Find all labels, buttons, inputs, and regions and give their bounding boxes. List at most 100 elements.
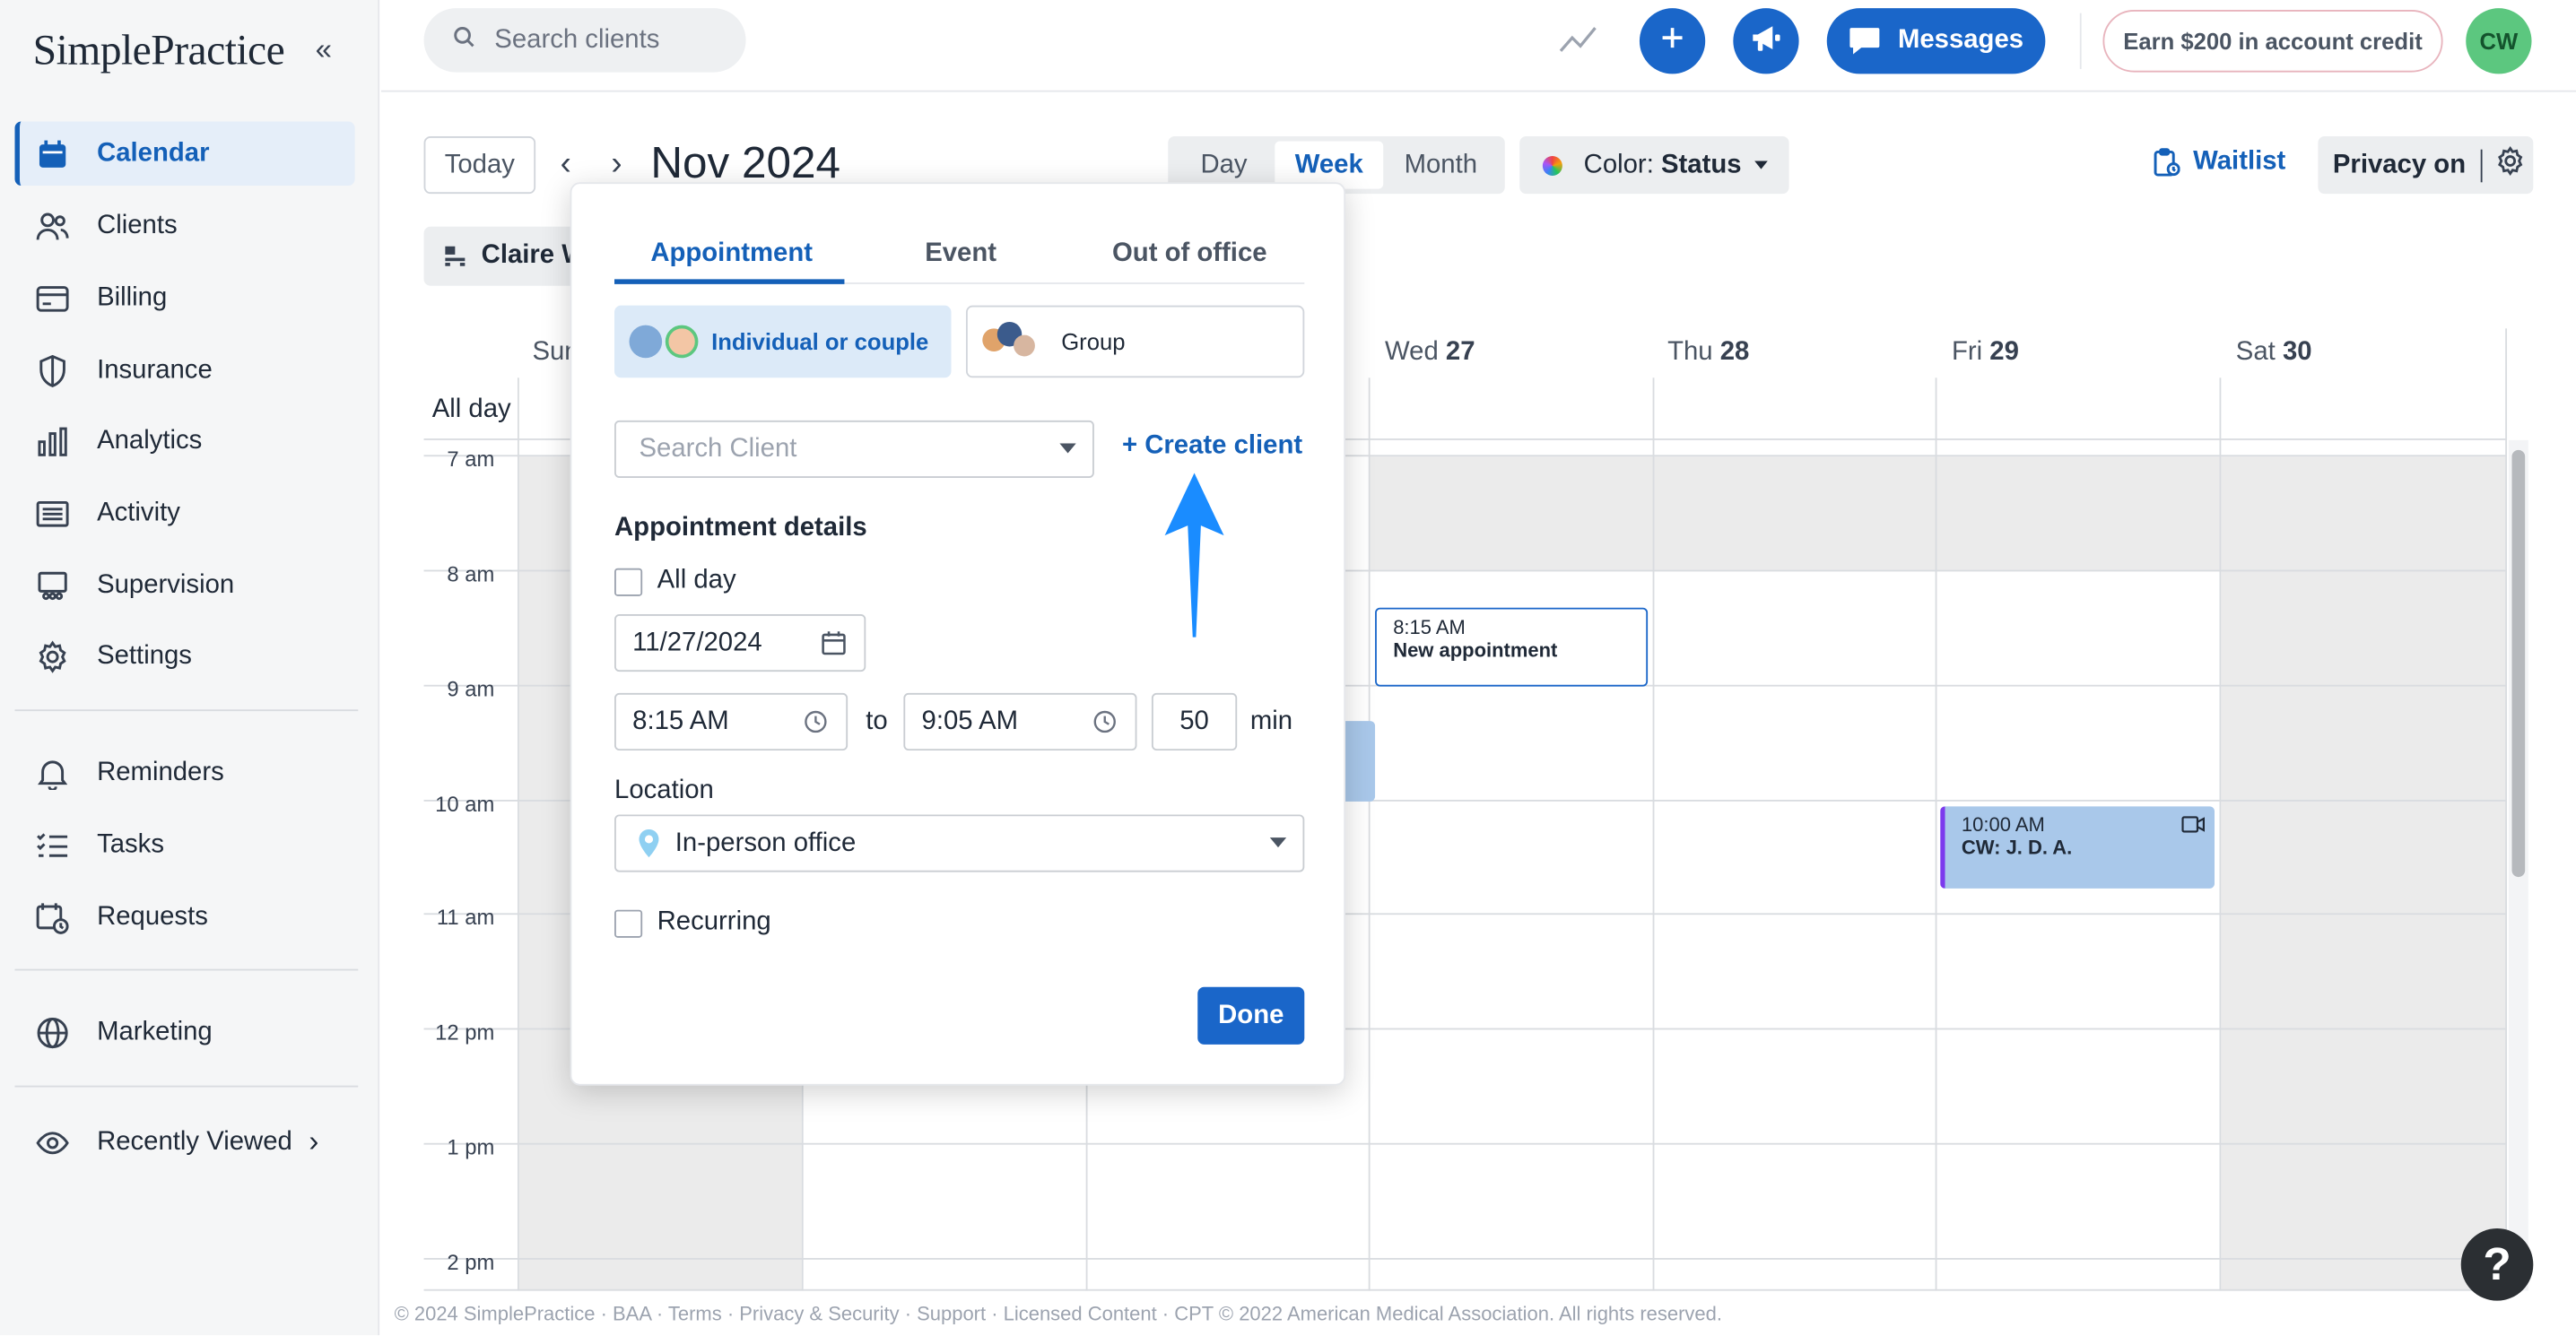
collapse-sidebar-icon[interactable]: « xyxy=(316,33,332,67)
event-time: 8:15 AM xyxy=(1393,615,1466,639)
sidebar: SimplePractice « Calendar Clients Billin… xyxy=(0,0,380,1336)
to-label: to xyxy=(866,707,888,736)
sidebar-item-label: Reminders xyxy=(97,758,224,786)
search-icon xyxy=(454,25,475,55)
chevron-right-icon[interactable]: › xyxy=(611,146,622,184)
grid-line xyxy=(423,1258,2508,1260)
sidebar-item-analytics[interactable]: Analytics xyxy=(14,409,354,473)
recurring-checkbox[interactable] xyxy=(614,909,643,938)
unavailable-block xyxy=(2221,569,2508,1291)
sidebar-item-label: Tasks xyxy=(97,829,164,859)
sidebar-item-label: Analytics xyxy=(97,426,203,455)
tab-out-of-office[interactable]: Out of office xyxy=(1112,239,1267,269)
sidebar-item-label: Requests xyxy=(97,902,208,931)
grid-line xyxy=(2505,328,2508,1291)
sidebar-item-reminders[interactable]: Reminders xyxy=(14,741,354,804)
individual-or-couple-label: Individual or couple xyxy=(711,328,929,355)
sidebar-item-billing[interactable]: Billing xyxy=(14,266,354,330)
group-avatars-icon xyxy=(982,321,1041,361)
group-label: Group xyxy=(1061,328,1126,355)
view-month-button[interactable]: Month xyxy=(1383,142,1498,189)
waitlist-link[interactable]: Waitlist xyxy=(2154,148,2285,178)
annotation-arrow-icon xyxy=(1164,473,1224,638)
all-day-label: All day xyxy=(657,566,736,595)
app-logo[interactable]: SimplePractice xyxy=(33,26,285,75)
appointment-block[interactable] xyxy=(1342,721,1376,802)
scrollbar-thumb[interactable] xyxy=(2511,449,2526,878)
time-label: 1 pm xyxy=(447,1134,495,1160)
messages-button[interactable]: Messages xyxy=(1826,8,2046,74)
messages-label: Messages xyxy=(1897,26,2024,55)
earn-credit-button[interactable]: Earn $200 in account credit xyxy=(2102,9,2443,73)
group-option[interactable]: Group xyxy=(965,305,1305,378)
color-status-dropdown[interactable]: Color: Status xyxy=(1519,136,1789,195)
recurring-label: Recurring xyxy=(657,907,771,937)
sidebar-item-clients[interactable]: Clients xyxy=(14,194,354,257)
waitlist-icon xyxy=(2154,148,2180,178)
time-label: 12 pm xyxy=(435,1019,495,1045)
search-input[interactable]: Search clients xyxy=(423,8,746,73)
clock-icon[interactable] xyxy=(804,709,828,733)
color-wheel-icon xyxy=(1542,155,1562,176)
time-label: 10 am xyxy=(435,791,495,817)
top-bar: Search clients Messages Earn $200 in acc… xyxy=(380,0,2576,92)
sidebar-item-tasks[interactable]: Tasks xyxy=(14,813,354,877)
date-field[interactable]: 11/27/2024 xyxy=(614,614,866,672)
announcements-button[interactable] xyxy=(1733,8,1799,74)
grid-line xyxy=(517,377,519,1291)
client-avatars-icon xyxy=(629,325,702,359)
appointment-block[interactable]: 10:00 AM CW: J. D. A. xyxy=(1940,806,2215,889)
day-header-sat: Sat 30 xyxy=(2235,338,2312,367)
new-appointment-popover: Appointment Event Out of office Individu… xyxy=(570,182,1346,1086)
day-header-fri: Fri 29 xyxy=(1951,338,2019,367)
today-button[interactable]: Today xyxy=(423,136,536,195)
trend-icon[interactable] xyxy=(1559,23,1598,65)
time-label: 8 am xyxy=(447,561,495,586)
sidebar-item-insurance[interactable]: Insurance xyxy=(14,338,354,402)
waitlist-label: Waitlist xyxy=(2193,147,2286,176)
location-dropdown[interactable]: In-person office xyxy=(614,814,1305,872)
individual-or-couple-option[interactable]: Individual or couple xyxy=(614,305,952,378)
sidebar-item-activity[interactable]: Activity xyxy=(14,481,354,545)
sidebar-item-label: Settings xyxy=(97,641,192,670)
day-header-thu: Thu 28 xyxy=(1667,338,1750,367)
tab-event[interactable]: Event xyxy=(925,239,996,269)
start-time-value: 8:15 AM xyxy=(632,707,729,735)
new-appointment-block[interactable]: 8:15 AM New appointment xyxy=(1375,607,1649,687)
sidebar-item-requests[interactable]: Requests xyxy=(14,885,354,949)
avatar[interactable]: CW xyxy=(2466,8,2532,74)
privacy-toggle[interactable]: Privacy on xyxy=(2318,136,2534,195)
help-button[interactable]: ? xyxy=(2460,1228,2534,1301)
clinician-filter[interactable]: Claire W xyxy=(423,226,588,286)
duration-input[interactable]: 50 xyxy=(1151,692,1238,751)
calendar-picker-icon[interactable] xyxy=(822,630,846,655)
add-button[interactable] xyxy=(1639,8,1706,74)
sidebar-item-marketing[interactable]: Marketing xyxy=(14,1000,354,1063)
all-day-checkbox[interactable] xyxy=(614,568,643,596)
chevron-left-icon[interactable]: ‹ xyxy=(561,146,571,184)
sidebar-item-supervision[interactable]: Supervision xyxy=(14,553,354,617)
done-button[interactable]: Done xyxy=(1197,986,1305,1045)
sidebar-divider xyxy=(14,709,359,712)
gear-icon[interactable] xyxy=(2495,146,2525,184)
end-time-value: 9:05 AM xyxy=(921,707,1019,735)
end-time-field[interactable]: 9:05 AM xyxy=(903,692,1137,751)
create-client-link[interactable]: + Create client xyxy=(1122,432,1302,462)
location-value: In-person office xyxy=(674,828,857,857)
sidebar-item-label: Billing xyxy=(97,282,168,312)
unavailable-block xyxy=(1370,456,2508,570)
caret-down-icon xyxy=(1059,443,1076,454)
sidebar-item-label: Calendar xyxy=(97,138,210,167)
time-label: 2 pm xyxy=(447,1249,495,1275)
clock-icon[interactable] xyxy=(1092,709,1117,733)
start-time-field[interactable]: 8:15 AM xyxy=(614,692,849,751)
sidebar-item-recently-viewed[interactable]: Recently Viewed › xyxy=(14,1110,354,1174)
sidebar-item-calendar[interactable]: Calendar xyxy=(14,121,355,186)
supervision-icon xyxy=(34,568,70,603)
search-client-dropdown[interactable]: Search Client xyxy=(614,420,1094,478)
tasks-icon xyxy=(34,827,70,863)
tab-appointment[interactable]: Appointment xyxy=(650,239,813,269)
duration-unit-label: min xyxy=(1249,707,1293,736)
analytics-icon xyxy=(34,423,70,459)
sidebar-item-settings[interactable]: Settings xyxy=(14,624,354,688)
